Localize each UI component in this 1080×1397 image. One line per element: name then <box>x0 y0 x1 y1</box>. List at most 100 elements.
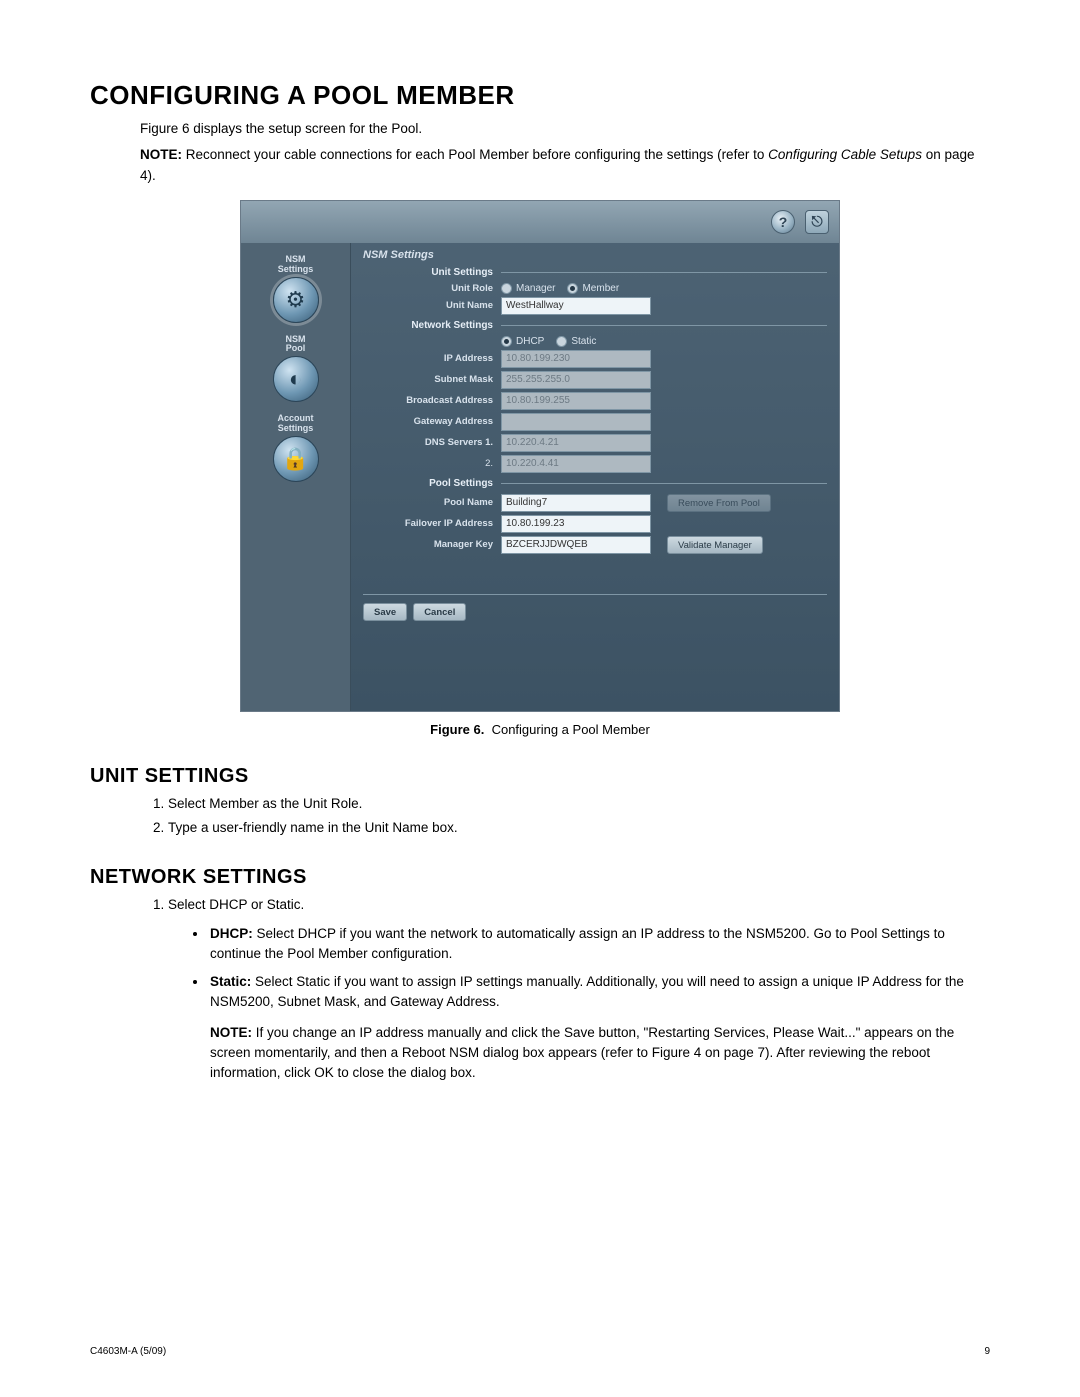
failover-label: Failover IP Address <box>363 518 493 529</box>
page-number: 9 <box>984 1346 990 1357</box>
radio-label: Member <box>582 283 619 294</box>
option-text: Select Static if you want to assign IP s… <box>210 974 964 1009</box>
network-steps: Select DHCP or Static. DHCP: Select DHCP… <box>168 895 990 1083</box>
step-text: Select DHCP or Static. <box>168 897 304 912</box>
gateway-row: Gateway Address <box>363 413 827 431</box>
gateway-input <box>501 413 651 431</box>
figure-label: Figure 6. <box>430 722 484 737</box>
failover-row: Failover IP Address <box>363 515 827 533</box>
ip-mode-row: DHCP Static <box>363 336 827 347</box>
settings-pane: NSM Settings Unit Settings Unit Role Man… <box>351 243 839 711</box>
manager-key-label: Manager Key <box>363 539 493 550</box>
dns2-label: 2. <box>363 458 493 469</box>
group-title-text: Unit Settings <box>363 267 493 278</box>
group-title-text: Pool Settings <box>363 478 493 489</box>
unit-role-label: Unit Role <box>363 283 493 294</box>
note-label: NOTE: <box>210 1025 252 1040</box>
unit-role-radios: Manager Member <box>501 283 651 294</box>
note-emphasis: Configuring Cable Setups <box>768 147 922 162</box>
unit-steps: Select Member as the Unit Role. Type a u… <box>168 794 990 839</box>
unit-name-row: Unit Name <box>363 297 827 315</box>
gateway-label: Gateway Address <box>363 416 493 427</box>
top-bar: ? ⎋ <box>241 201 839 243</box>
subnet-row: Subnet Mask <box>363 371 827 389</box>
page-footer: C4603M-A (5/09) 9 <box>90 1346 990 1357</box>
nsm-settings-screenshot: ? ⎋ NSM Settings ⚙ NSM Pool ◐ Account Se… <box>240 200 840 712</box>
manager-key-row: Manager Key Validate Manager <box>363 536 827 554</box>
sidebar-item-label: Settings <box>251 424 341 434</box>
validate-manager-button[interactable]: Validate Manager <box>667 536 763 554</box>
list-item: Type a user-friendly name in the Unit Na… <box>168 818 990 838</box>
broadcast-input <box>501 392 651 410</box>
dns1-input <box>501 434 651 452</box>
note-body: If you change an IP address manually and… <box>210 1025 954 1081</box>
gear-icon: ⚙ <box>273 277 319 323</box>
save-button[interactable]: Save <box>363 603 407 621</box>
pool-icon: ◐ <box>273 356 319 402</box>
unit-name-input[interactable] <box>501 297 651 315</box>
figure-caption: Figure 6. Configuring a Pool Member <box>90 722 990 737</box>
option-label: DHCP: <box>210 926 253 941</box>
radio-icon <box>501 336 512 347</box>
remove-from-pool-button: Remove From Pool <box>667 494 771 512</box>
radio-icon <box>501 283 512 294</box>
unit-role-manager[interactable]: Manager <box>501 283 555 294</box>
intro-text: Figure 6 displays the setup screen for t… <box>140 119 990 139</box>
radio-icon <box>556 336 567 347</box>
option-text: Select DHCP if you want the network to a… <box>210 926 945 961</box>
pane-title: NSM Settings <box>363 249 827 261</box>
network-settings-heading: Network Settings <box>363 318 827 333</box>
ip-mode-radios: DHCP Static <box>501 336 651 347</box>
sidebar-item-nsm-settings[interactable]: NSM Settings ⚙ <box>251 255 341 333</box>
broadcast-row: Broadcast Address <box>363 392 827 410</box>
doc-id: C4603M-A (5/09) <box>90 1346 166 1357</box>
list-item: Static: Select Static if you want to ass… <box>208 972 990 1083</box>
figure-caption-text: Configuring a Pool Member <box>492 722 650 737</box>
sidebar-item-nsm-pool[interactable]: NSM Pool ◐ <box>251 335 341 413</box>
dns2-row: 2. <box>363 455 827 473</box>
unit-role-member[interactable]: Member <box>567 283 619 294</box>
unit-name-label: Unit Name <box>363 300 493 311</box>
network-options: DHCP: Select DHCP if you want the networ… <box>208 924 990 1084</box>
radio-label: DHCP <box>516 336 544 347</box>
restart-note: NOTE: If you change an IP address manual… <box>210 1023 990 1084</box>
cancel-button[interactable]: Cancel <box>413 603 466 621</box>
option-label: Static: <box>210 974 251 989</box>
logout-icon[interactable]: ⎋ <box>805 210 829 234</box>
list-item: DHCP: Select DHCP if you want the networ… <box>208 924 990 965</box>
pool-name-row: Pool Name Remove From Pool <box>363 494 827 512</box>
help-icon[interactable]: ? <box>771 210 795 234</box>
list-item: Select DHCP or Static. DHCP: Select DHCP… <box>168 895 990 1083</box>
ip-address-row: IP Address <box>363 350 827 368</box>
pool-name-input[interactable] <box>501 494 651 512</box>
sidebar-item-label: Pool <box>251 344 341 354</box>
list-item: Select Member as the Unit Role. <box>168 794 990 814</box>
sidebar-item-label: Settings <box>251 265 341 275</box>
pool-settings-heading: Pool Settings <box>363 476 827 491</box>
broadcast-label: Broadcast Address <box>363 395 493 406</box>
ip-mode-dhcp[interactable]: DHCP <box>501 336 544 347</box>
dns2-input <box>501 455 651 473</box>
dns1-label: DNS Servers 1. <box>363 437 493 448</box>
page-heading: CONFIGURING A POOL MEMBER <box>90 80 990 111</box>
unit-settings-heading: Unit Settings <box>363 265 827 280</box>
pool-name-label: Pool Name <box>363 497 493 508</box>
unit-role-row: Unit Role Manager Member <box>363 283 827 294</box>
lock-icon: 🔒 <box>273 436 319 482</box>
ip-address-input <box>501 350 651 368</box>
ip-mode-static[interactable]: Static <box>556 336 596 347</box>
radio-label: Static <box>571 336 596 347</box>
action-bar: Save Cancel <box>363 594 827 621</box>
radio-label: Manager <box>516 283 555 294</box>
sidebar: NSM Settings ⚙ NSM Pool ◐ Account Settin… <box>241 243 351 711</box>
group-title-text: Network Settings <box>363 320 493 331</box>
subnet-label: Subnet Mask <box>363 374 493 385</box>
note-body: Reconnect your cable connections for eac… <box>186 147 768 162</box>
note-label: NOTE: <box>140 147 182 162</box>
manager-key-input[interactable] <box>501 536 651 554</box>
ip-address-label: IP Address <box>363 353 493 364</box>
reconnect-note: NOTE: Reconnect your cable connections f… <box>140 145 990 186</box>
network-settings-heading: NETWORK SETTINGS <box>90 866 990 889</box>
failover-input[interactable] <box>501 515 651 533</box>
sidebar-item-account-settings[interactable]: Account Settings 🔒 <box>251 414 341 492</box>
